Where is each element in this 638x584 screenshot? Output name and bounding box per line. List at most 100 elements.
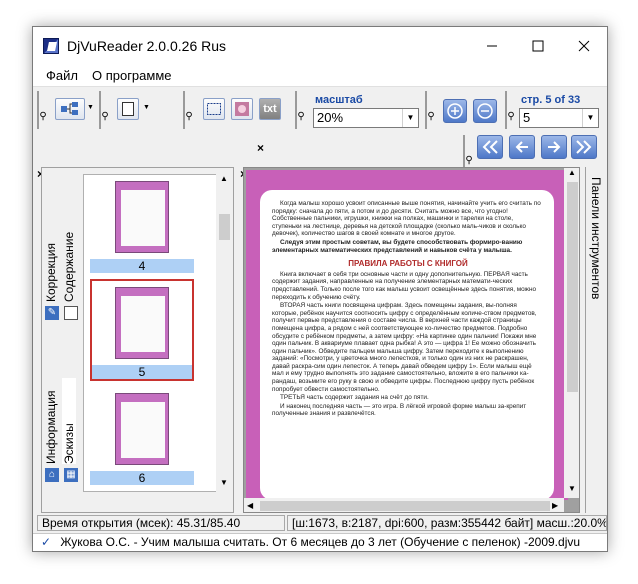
zoom-out-icon (477, 103, 493, 119)
chevron-down-icon[interactable]: ▼ (143, 104, 150, 111)
file-name: Жукова О.С. - Учим малыша считать. От 6 … (60, 535, 581, 549)
thumbnail-number: 6 (90, 471, 194, 485)
document-hscrollbar[interactable]: ◀ ▶ (244, 498, 564, 512)
toolbar-grip[interactable] (505, 91, 513, 129)
next-page-button[interactable] (541, 135, 567, 159)
thumbnail-number: 4 (90, 259, 194, 273)
scroll-down-icon[interactable]: ▼ (220, 478, 228, 487)
zoom-in-icon (447, 103, 463, 119)
chevron-down-icon[interactable]: ▼ (402, 109, 418, 127)
page-paragraph: ТРЕТЬЯ часть содержит задания на счёт до… (280, 394, 429, 402)
tab-toolbars[interactable]: Панели инструментов (589, 177, 603, 299)
menu-about[interactable]: О программе (85, 68, 179, 83)
maximize-button[interactable] (515, 27, 561, 65)
close-icon (578, 40, 590, 52)
tree-icon (61, 102, 78, 115)
text-layer-button[interactable]: txt (259, 98, 281, 120)
close-toolbar-icon[interactable]: × (257, 142, 264, 154)
scroll-up-icon[interactable]: ▲ (220, 174, 228, 183)
last-page-button[interactable] (571, 135, 597, 159)
djvu-app-icon (43, 38, 59, 54)
title-bar: DjVuReader 2.0.0.26 Rus (33, 27, 607, 65)
tab-correction[interactable]: Коррекция (44, 202, 58, 302)
pin-icon[interactable]: ⚲ (425, 111, 437, 123)
file-bar: ✓ Жукова О.С. - Учим малыша считать. От … (33, 533, 607, 551)
menu-file[interactable]: Файл (39, 68, 85, 83)
tab-contents-label: Содержание (62, 231, 76, 302)
zoom-value: 20% (317, 110, 344, 125)
zoom-select[interactable]: 20% ▼ (313, 108, 419, 128)
selection-icon (207, 103, 221, 115)
image-icon (235, 102, 249, 116)
checkmark-icon: ✓ (41, 535, 52, 549)
previous-page-button[interactable] (509, 135, 535, 159)
pin-icon[interactable]: ⚲ (99, 111, 111, 123)
thumbnail-item-selected[interactable]: 5 (90, 279, 194, 381)
image-button[interactable] (231, 98, 253, 120)
arrow-left-icon (515, 141, 528, 153)
scroll-right-icon[interactable]: ▶ (552, 501, 558, 510)
page-paragraph: И наконец последняя часть — это игра. В … (272, 402, 527, 418)
zoom-out-button[interactable] (473, 99, 497, 123)
toolbar-grip[interactable] (37, 91, 45, 129)
first-page-button[interactable] (477, 135, 503, 159)
toolbar: ⚲ ▼ ⚲ ▼ ⚲ txt ⚲ масштаб 20% ▼ ⚲ ⚲ стр. 5… (33, 88, 607, 132)
status-bar: Время открытия (мсек): 45.31/85.40 [ш:16… (33, 514, 607, 532)
tab-info-label: Информация (44, 390, 58, 464)
toolbar-grip[interactable] (425, 91, 433, 129)
scroll-thumb[interactable] (260, 501, 550, 511)
toolbar-grip[interactable] (99, 91, 107, 129)
minimize-button[interactable] (469, 27, 515, 65)
grid-icon: ▦ (64, 468, 78, 482)
toolbar-grip[interactable] (295, 91, 303, 129)
scroll-left-icon[interactable]: ◀ (247, 501, 253, 510)
minimize-icon (487, 45, 497, 47)
tab-sketches[interactable]: Эскизы (62, 378, 76, 464)
contents-icon (64, 306, 78, 320)
left-panel: Коррекция ✎ Содержание Информация ⌂ Эски… (41, 167, 234, 513)
pin-icon[interactable]: ⚲ (37, 111, 49, 123)
chevron-down-icon[interactable]: ▼ (87, 104, 94, 111)
tab-info[interactable]: Информация (44, 364, 58, 464)
thumbnail-scrollbar[interactable]: ▲ ▼ (216, 174, 233, 492)
double-chevron-right-icon (576, 140, 592, 154)
page-value: 5 (523, 110, 531, 125)
pin-icon[interactable]: ⚲ (505, 111, 517, 123)
document-view[interactable]: Когда малыш хорошо усвоит описанные выше… (243, 167, 580, 513)
right-panel: Панели инструментов (585, 167, 607, 513)
page-paragraph: Когда малыш хорошо усвоит описанные выше… (272, 200, 541, 238)
page-button[interactable] (117, 98, 139, 120)
scroll-thumb[interactable] (567, 182, 578, 392)
page-heading: ПРАВИЛА РАБОТЫ С КНИГОЙ (348, 259, 468, 269)
page-content: Когда малыш хорошо усвоит описанные выше… (260, 190, 554, 500)
page-paragraph: Следуя этим простым советам, вы будете с… (272, 238, 523, 254)
maximize-icon (532, 40, 544, 52)
info-icon: ⌂ (45, 468, 59, 482)
zoom-in-button[interactable] (443, 99, 467, 123)
tab-toolbars-label: Панели инструментов (589, 177, 603, 300)
thumbnail-item[interactable]: 4 (90, 175, 194, 273)
page-paragraph: ВТОРАЯ часть книги посвящена цифрам. Зде… (272, 302, 537, 393)
document-vscrollbar[interactable]: ▲ ▼ (564, 168, 579, 498)
page-icon (122, 102, 134, 116)
pin-icon[interactable]: ⚲ (463, 155, 475, 167)
pin-icon[interactable]: ⚲ (295, 111, 307, 123)
scroll-down-icon[interactable]: ▼ (568, 484, 576, 493)
scroll-thumb[interactable] (219, 214, 230, 240)
thumbnail-item[interactable]: 6 (90, 387, 194, 485)
layout-button[interactable] (55, 98, 85, 120)
page-label: стр. 5 of 33 (521, 94, 581, 106)
thumbnail-number: 5 (92, 365, 192, 379)
page-select[interactable]: 5 ▼ (519, 108, 599, 128)
tab-contents[interactable]: Содержание (62, 202, 76, 302)
app-window: DjVuReader 2.0.0.26 Rus Файл О программе… (32, 26, 608, 552)
chevron-down-icon[interactable]: ▼ (582, 109, 598, 127)
close-button[interactable] (561, 27, 607, 65)
select-area-button[interactable] (203, 98, 225, 120)
thumbnail-list[interactable]: 4 5 6 (83, 174, 217, 492)
scroll-up-icon[interactable]: ▲ (568, 168, 576, 177)
wrench-icon: ✎ (45, 306, 59, 320)
toolbar-grip[interactable] (183, 91, 191, 129)
pin-icon[interactable]: ⚲ (183, 111, 195, 123)
zoom-label: масштаб (315, 94, 363, 106)
